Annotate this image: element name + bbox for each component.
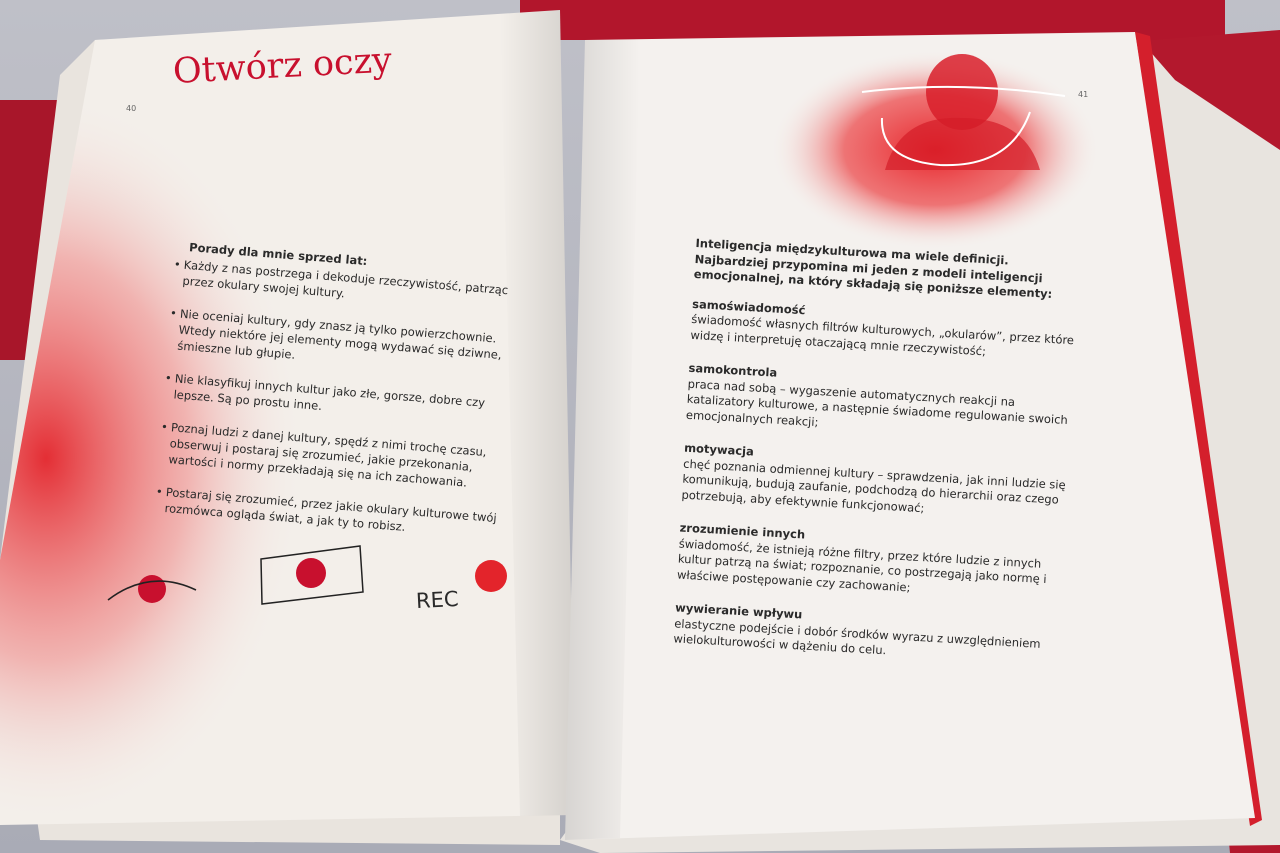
left-page-number: 40: [126, 104, 137, 113]
intelligence-definition-block: Inteligencja międzykulturowa ma wiele de…: [672, 236, 1085, 687]
tip-item: Nie oceniaj kultury, gdy znasz ją tylko …: [177, 306, 524, 381]
tips-block: Porady dla mnie sprzed lat: Każdy z nas …: [127, 236, 529, 560]
tip-item: Nie klasyfikuj innych kultur jako złe, g…: [173, 370, 518, 429]
tips-list: Każdy z nas postrzega i dekoduje rzeczyw…: [128, 254, 527, 543]
flag-red-dot: [296, 558, 326, 588]
tip-item: Poznaj ludzi z danej kultury, spędź z ni…: [168, 419, 515, 494]
eye-red-dot: [138, 575, 166, 603]
tip-item: Postaraj się zrozumieć, przez jakie okul…: [164, 484, 509, 543]
rec-red-dot: [475, 560, 507, 592]
right-page-number: 41: [1078, 90, 1089, 99]
rec-label: REC: [415, 586, 460, 614]
